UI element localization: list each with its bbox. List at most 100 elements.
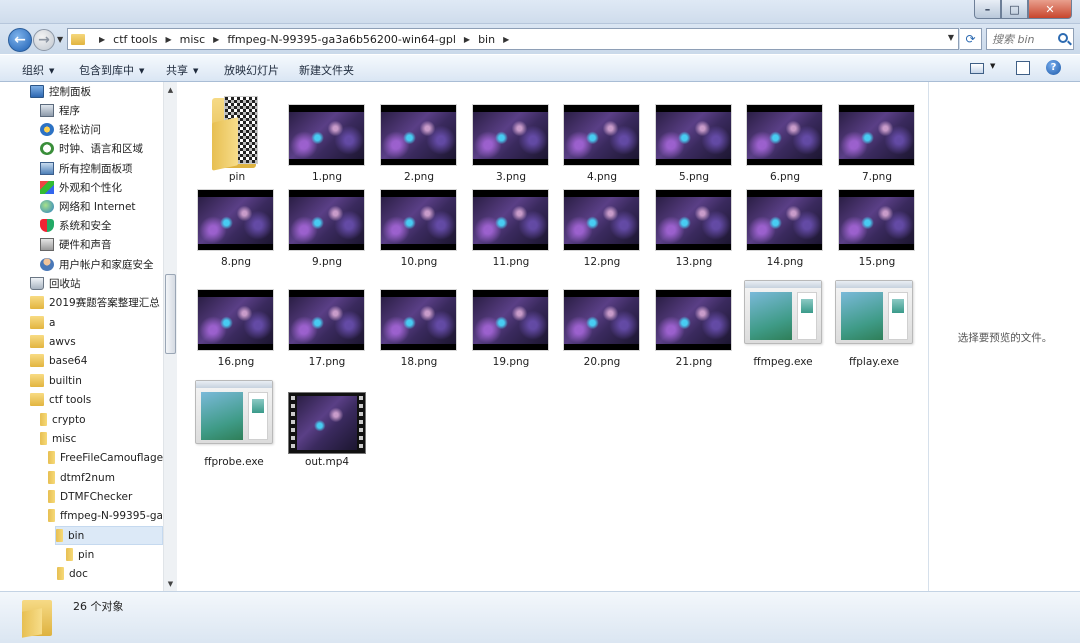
file-item-6-png[interactable]: 6.png	[735, 82, 825, 183]
file-item-1-png[interactable]: 1.png	[277, 82, 367, 183]
ease-of-access-icon	[40, 123, 54, 136]
back-button[interactable]: ←	[8, 28, 32, 52]
sidebar-item-pin[interactable]: pin	[66, 545, 94, 564]
file-item-ffplay-exe[interactable]: ffplay.exe	[832, 260, 922, 368]
video-thumbnail	[288, 392, 366, 454]
chevron-right-icon[interactable]: ▶	[503, 35, 509, 44]
file-item-11-png[interactable]: 11.png	[461, 167, 551, 268]
address-bar[interactable]: ▶ ctf tools ▶ misc ▶ ffmpeg-N-99395-ga3a…	[67, 28, 959, 50]
recent-pages-dropdown[interactable]: ▼	[57, 35, 63, 44]
breadcrumb-bin[interactable]: bin	[478, 33, 495, 46]
chevron-right-icon[interactable]: ▶	[165, 35, 171, 44]
file-item-4-png[interactable]: 4.png	[552, 82, 642, 183]
search-box[interactable]	[986, 28, 1074, 50]
file-item-13-png[interactable]: 13.png	[644, 167, 734, 268]
sidebar-item-hardware[interactable]: 硬件和声音	[40, 235, 112, 254]
image-thumbnail	[838, 189, 915, 251]
sidebar-item-a[interactable]: a	[30, 313, 55, 332]
slideshow-button[interactable]: 放映幻灯片	[224, 62, 279, 78]
folder-icon	[30, 374, 44, 387]
file-item-pin[interactable]: pin	[187, 82, 277, 183]
scroll-thumb[interactable]	[165, 274, 176, 354]
sidebar-item-network[interactable]: 网络和 Internet	[40, 197, 136, 216]
file-item-ffprobe-exe[interactable]: ffprobe.exe	[192, 360, 282, 468]
scroll-up-icon[interactable]: ▲	[164, 83, 177, 96]
file-item-16-png[interactable]: 16.png	[186, 267, 276, 368]
file-item-12-png[interactable]: 12.png	[552, 167, 642, 268]
file-item-8-png[interactable]: 8.png	[186, 167, 276, 268]
file-item-21-png[interactable]: 21.png	[644, 267, 734, 368]
maximize-button[interactable]: □	[1001, 0, 1028, 19]
file-item-14-png[interactable]: 14.png	[735, 167, 825, 268]
appearance-icon	[40, 181, 54, 194]
file-item-15-png[interactable]: 15.png	[827, 167, 917, 268]
sidebar-item-programs[interactable]: 程序	[40, 101, 80, 120]
address-dropdown-icon[interactable]: ▼	[948, 33, 954, 42]
search-input[interactable]	[987, 29, 1053, 49]
sidebar-item-awvs[interactable]: awvs	[30, 332, 76, 351]
file-item-7-png[interactable]: 7.png	[827, 82, 917, 183]
image-thumbnail	[197, 189, 274, 251]
preview-placeholder: 选择要预览的文件。	[957, 332, 1053, 344]
breadcrumb-ffmpeg[interactable]: ffmpeg-N-99395-ga3a6b56200-win64-gpl	[227, 33, 456, 46]
sidebar-item-dtmfchecker[interactable]: DTMFChecker	[48, 487, 132, 506]
sidebar-item-all-control-panel[interactable]: 所有控制面板项	[40, 159, 133, 178]
sidebar-item-control-panel[interactable]: 控制面板	[30, 82, 91, 101]
sidebar-item-ctf-tools[interactable]: ctf tools	[30, 390, 91, 409]
breadcrumb-ctf-tools[interactable]: ctf tools	[113, 33, 157, 46]
sidebar-scrollbar[interactable]: ▲ ▼	[163, 82, 177, 591]
file-item-2-png[interactable]: 2.png	[369, 82, 459, 183]
hardware-icon	[40, 238, 54, 251]
chevron-right-icon[interactable]: ▶	[213, 35, 219, 44]
minimize-button[interactable]: –	[974, 0, 1001, 19]
file-item-19-png[interactable]: 19.png	[461, 267, 551, 368]
file-item-20-png[interactable]: 20.png	[552, 267, 642, 368]
window-controls: – □ ✕	[974, 0, 1072, 19]
sidebar-item-ease-of-access[interactable]: 轻松访问	[40, 120, 101, 139]
change-view-icon[interactable]	[970, 63, 984, 74]
sidebar-item-crypto[interactable]: crypto	[40, 410, 86, 429]
share-button[interactable]: 共享 ▼	[166, 62, 198, 78]
folder-icon	[66, 548, 73, 561]
sidebar-item-freefilecamouflage[interactable]: FreeFileCamouflage	[48, 448, 163, 467]
chevron-right-icon[interactable]: ▶	[99, 35, 105, 44]
sidebar-item-recycle-bin[interactable]: 回收站	[30, 274, 81, 293]
sidebar-item-user-accounts[interactable]: 用户帐户和家庭安全	[40, 255, 154, 274]
include-in-library-button[interactable]: 包含到库中 ▼	[79, 62, 144, 78]
file-item-ffmpeg-exe[interactable]: ffmpeg.exe	[741, 260, 831, 368]
sidebar-item-appearance[interactable]: 外观和个性化	[40, 178, 122, 197]
chevron-right-icon[interactable]: ▶	[464, 35, 470, 44]
sidebar-item-2019[interactable]: 2019赛题答案整理汇总	[30, 293, 160, 312]
forward-button[interactable]: →	[33, 29, 55, 51]
new-folder-button[interactable]: 新建文件夹	[299, 62, 354, 78]
file-item-3-png[interactable]: 3.png	[461, 82, 551, 183]
sidebar-item-label: doc	[69, 567, 88, 580]
organize-button[interactable]: 组织 ▼	[22, 62, 54, 78]
folder-icon	[30, 316, 44, 329]
sidebar-item-security[interactable]: 系统和安全	[40, 216, 112, 235]
sidebar-item-misc[interactable]: misc	[40, 429, 76, 448]
refresh-button[interactable]: ⟳	[960, 28, 982, 50]
sidebar-item-bin[interactable]: bin	[55, 526, 163, 545]
chevron-down-icon[interactable]: ▼	[990, 62, 995, 70]
help-icon[interactable]: ?	[1046, 60, 1061, 75]
sidebar-item-doc[interactable]: doc	[57, 564, 88, 583]
file-item-5-png[interactable]: 5.png	[644, 82, 734, 183]
file-item-17-png[interactable]: 17.png	[277, 267, 367, 368]
file-item-10-png[interactable]: 10.png	[369, 167, 459, 268]
folder-icon	[40, 432, 47, 445]
file-item-18-png[interactable]: 18.png	[369, 267, 459, 368]
sidebar-item-builtin[interactable]: builtin	[30, 371, 82, 390]
scroll-down-icon[interactable]: ▼	[164, 577, 177, 590]
sidebar-item-dtmf2num[interactable]: dtmf2num	[48, 468, 115, 487]
sidebar-item-ffmpeg[interactable]: ffmpeg-N-99395-ga	[48, 506, 163, 525]
sidebar-item-clock-language[interactable]: 时钟、语言和区域	[40, 139, 143, 158]
search-icon[interactable]	[1058, 33, 1068, 43]
close-button[interactable]: ✕	[1028, 0, 1072, 19]
file-item-9-png[interactable]: 9.png	[277, 167, 367, 268]
sidebar-item-base64[interactable]: base64	[30, 351, 87, 370]
file-item-out-mp4[interactable]: out.mp4	[277, 372, 367, 468]
preview-pane-icon[interactable]	[1016, 61, 1030, 75]
breadcrumb-misc[interactable]: misc	[180, 33, 206, 46]
sidebar-item-label: builtin	[49, 374, 82, 387]
